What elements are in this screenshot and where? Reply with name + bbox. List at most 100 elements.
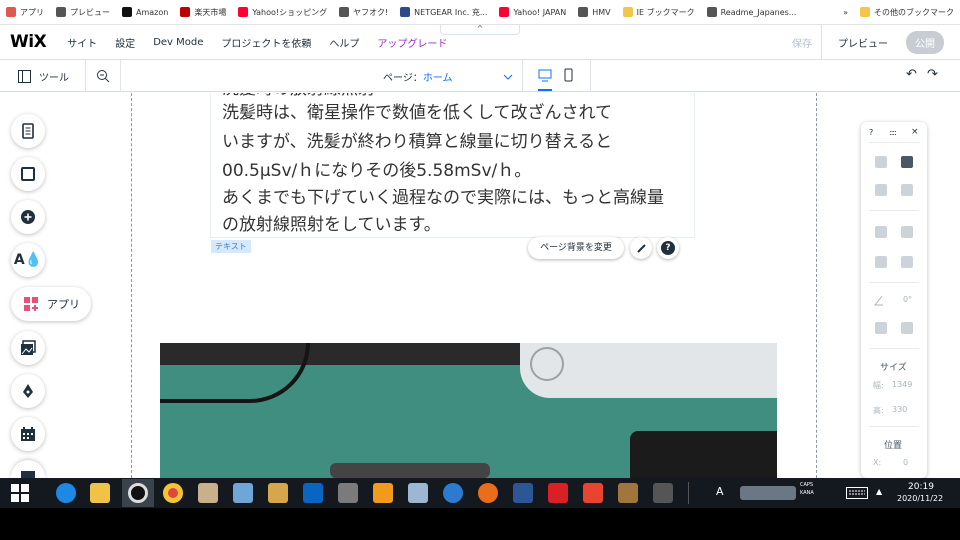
distribute-icon[interactable] xyxy=(875,256,887,268)
save-button[interactable]: 保存 xyxy=(792,35,812,50)
align-icon[interactable] xyxy=(901,226,913,238)
photo-viewer-icon[interactable] xyxy=(408,483,428,503)
windows-start-icon[interactable] xyxy=(11,484,29,502)
bookmark-item[interactable]: プレビュー xyxy=(50,0,116,25)
other-bookmarks-folder[interactable]: その他のブックマーク xyxy=(854,0,960,25)
zoom-out-icon[interactable] xyxy=(96,69,110,83)
text-line-2: いますが、洗髪が終わり積算と線量に切り替えると xyxy=(222,132,613,152)
apps-label: アプリ xyxy=(47,298,80,311)
bookmark-item[interactable]: Yahoo! JAPAN xyxy=(493,0,572,25)
bookmark-label: 楽天市場 xyxy=(194,7,227,17)
text-line-1: 洗髪時は、衛星操作で数値を低くして改ざんされて xyxy=(222,103,612,123)
clock-time[interactable]: 20:19 xyxy=(908,482,934,492)
redo-button[interactable]: ↷ xyxy=(927,67,938,82)
photo-element[interactable] xyxy=(160,343,777,478)
preview-button[interactable]: プレビュー xyxy=(838,35,888,50)
duplicate-icon[interactable] xyxy=(875,184,887,196)
flip-vertical-icon[interactable] xyxy=(901,322,913,334)
trash-icon[interactable] xyxy=(901,184,913,196)
rotation-value[interactable]: 0° xyxy=(903,295,912,304)
bookmark-label: Readme_Japanes... xyxy=(720,7,797,17)
pages-icon xyxy=(22,123,34,139)
bookmark-item[interactable]: IE ブックマーク xyxy=(617,0,701,25)
kana-indicator: KANA xyxy=(800,490,814,496)
help-button[interactable]: ? xyxy=(657,237,679,259)
tray-expand-icon[interactable]: ▲ xyxy=(876,487,882,496)
paste-icon[interactable] xyxy=(901,156,913,168)
design-button[interactable] xyxy=(630,237,652,259)
match-size-icon[interactable] xyxy=(901,256,913,268)
add-element-button[interactable] xyxy=(11,200,45,234)
firefox-icon[interactable] xyxy=(478,483,498,503)
bookmark-item[interactable]: ヤフオク! xyxy=(333,0,394,25)
menu-dev-mode[interactable]: Dev Mode xyxy=(153,37,203,48)
panel-help-icon[interactable]: ? xyxy=(869,128,873,137)
keyboard-icon[interactable] xyxy=(846,487,868,499)
camera-icon[interactable] xyxy=(653,483,673,503)
upgrade-link[interactable]: アップグレード xyxy=(377,35,447,50)
help-icon: ? xyxy=(661,241,675,255)
copy-icon[interactable] xyxy=(875,156,887,168)
tray-icons-group[interactable] xyxy=(740,486,796,500)
app-b-icon[interactable] xyxy=(443,483,463,503)
blog-button[interactable] xyxy=(11,374,45,408)
publish-button[interactable]: 公開 xyxy=(906,30,944,54)
bag-icon xyxy=(21,471,35,478)
folder-icon xyxy=(860,7,870,17)
acrobat-icon[interactable] xyxy=(548,483,568,503)
bookmarks-overflow-button[interactable]: » xyxy=(837,0,854,25)
clock-date[interactable]: 2020/11/22 xyxy=(897,494,943,503)
change-page-background-button[interactable]: ページ背景を変更 xyxy=(528,237,624,259)
mobile-view-icon[interactable] xyxy=(564,68,573,82)
menu-site[interactable]: サイト xyxy=(67,35,97,50)
bookmark-item[interactable]: NETGEAR Inc. 充... xyxy=(394,0,493,25)
outlook-icon[interactable] xyxy=(303,483,323,503)
file-explorer-icon[interactable] xyxy=(90,483,110,503)
globe-icon xyxy=(706,7,717,17)
menu-hire-professional[interactable]: プロジェクトを依頼 xyxy=(221,35,311,50)
bookings-button[interactable] xyxy=(11,417,45,451)
undo-button[interactable]: ↶ xyxy=(906,67,917,82)
background-button[interactable] xyxy=(11,157,45,191)
rotate-angle-icon[interactable] xyxy=(873,294,885,306)
collapse-toolbar-handle[interactable]: ^ xyxy=(440,25,520,35)
desktop-view-icon[interactable] xyxy=(538,69,552,82)
flip-horizontal-icon[interactable] xyxy=(875,322,887,334)
arrange-icon[interactable] xyxy=(875,226,887,238)
page-selector[interactable]: ページ： ホーム xyxy=(383,69,513,84)
bookmark-item[interactable]: HMV xyxy=(572,0,616,25)
media-player-icon[interactable] xyxy=(373,483,393,503)
menu-help[interactable]: ヘルプ xyxy=(329,35,359,50)
panel-close-icon[interactable]: × xyxy=(911,127,919,137)
width-field[interactable]: 1349 xyxy=(892,380,912,389)
height-field[interactable]: 330 xyxy=(892,405,907,414)
paint-tool-icon[interactable] xyxy=(198,483,218,503)
menu-settings[interactable]: 設定 xyxy=(115,35,135,50)
pen-tool-icon[interactable] xyxy=(338,483,358,503)
theme-button[interactable]: A💧 xyxy=(11,243,45,277)
panel-drag-handle-icon[interactable]: :::: xyxy=(889,128,897,137)
pages-button[interactable] xyxy=(11,114,45,148)
editor-canvas[interactable]: 洗髪時の放射線照射 洗髪時は、衛星操作で数値を低くして改ざんされて いますが、洗… xyxy=(10,93,950,478)
text-element[interactable]: 洗髪時の放射線照射 洗髪時は、衛星操作で数値を低くして改ざんされて いますが、洗… xyxy=(210,93,695,238)
bookmark-item[interactable]: Yahoo!ショッピング xyxy=(232,0,333,25)
paint-icon[interactable] xyxy=(268,483,288,503)
app-tools-icon[interactable] xyxy=(618,483,638,503)
screen-recorder-icon[interactable] xyxy=(128,483,148,503)
bookmark-item[interactable]: アプリ xyxy=(0,0,50,25)
word-icon[interactable] xyxy=(513,483,533,503)
app-market-button[interactable]: アプリ xyxy=(11,287,91,321)
bookmark-item[interactable]: 楽天市場 xyxy=(174,0,232,25)
bookmark-item[interactable]: Readme_Japanes... xyxy=(701,0,803,25)
internet-explorer-icon[interactable] xyxy=(56,483,76,503)
ime-mode-indicator[interactable]: A xyxy=(716,485,724,498)
x-position-field[interactable]: 0 xyxy=(903,458,908,467)
media-button[interactable] xyxy=(11,331,45,365)
app-star-icon[interactable] xyxy=(583,483,603,503)
tools-button[interactable]: ツール xyxy=(18,69,69,84)
wix-logo[interactable]: WiX xyxy=(10,32,47,52)
bookmark-item[interactable]: Amazon xyxy=(116,0,174,25)
bookmark-label: Yahoo! JAPAN xyxy=(513,7,567,17)
chrome-icon[interactable] xyxy=(163,483,183,503)
notepad-icon[interactable] xyxy=(233,483,253,503)
